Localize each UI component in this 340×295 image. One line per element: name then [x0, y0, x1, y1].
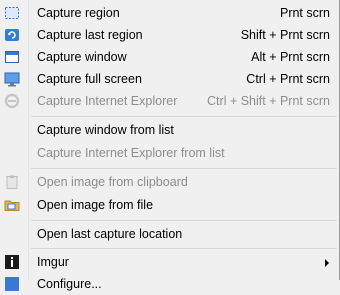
menu-item-shortcut: Shift + Prnt scrn: [240, 28, 330, 42]
window-icon: [5, 51, 19, 63]
menu-separator: [31, 168, 337, 169]
menu-item-open-last-capture-location[interactable]: Open last capture location: [0, 223, 339, 245]
menu-item-label: Imgur: [37, 255, 69, 269]
menu-item-capture-region[interactable]: Capture region Prnt scrn: [0, 2, 339, 24]
menu-item-label: Capture last region: [37, 28, 143, 42]
clipboard-icon: [6, 175, 18, 189]
menu-item-open-image-from-file[interactable]: Open image from file: [0, 194, 339, 216]
menu-item-capture-ie-from-list: Capture Internet Explorer from list: [0, 142, 339, 164]
menu-item-capture-internet-explorer: Capture Internet Explorer Ctrl + Shift +…: [0, 90, 339, 112]
internet-explorer-icon: [4, 93, 20, 109]
menu-item-label: Capture window: [37, 50, 127, 64]
menu-item-label: Capture Internet Explorer from list: [37, 146, 225, 160]
menu-item-open-image-from-clipboard: Open image from clipboard: [0, 171, 339, 193]
menu-item-capture-window-from-list[interactable]: Capture window from list: [0, 119, 339, 141]
region-select-icon: [5, 7, 19, 19]
menu-item-shortcut: Ctrl + Prnt scrn: [246, 72, 330, 86]
last-region-icon: [5, 29, 19, 41]
menu-item-capture-window[interactable]: Capture window Alt + Prnt scrn: [0, 46, 339, 68]
menu-item-label: Open image from file: [37, 198, 154, 212]
menu-separator: [31, 220, 337, 221]
imgur-icon: [5, 255, 19, 269]
menu-item-label: Open last capture location: [37, 227, 183, 241]
menu-item-shortcut: Alt + Prnt scrn: [251, 50, 330, 64]
menu-item-configure[interactable]: Configure...: [0, 273, 339, 295]
menu-separator: [31, 116, 337, 117]
menu-item-label: Capture window from list: [37, 123, 174, 137]
menu-item-label: Configure...: [37, 277, 102, 291]
monitor-icon: [4, 72, 20, 87]
menu-item-label: Capture region: [37, 6, 120, 20]
menu-item-label: Capture full screen: [37, 72, 142, 86]
menu-item-capture-last-region[interactable]: Capture last region Shift + Prnt scrn: [0, 24, 339, 46]
folder-icon: [4, 200, 20, 211]
submenu-arrow-icon: [325, 259, 329, 267]
menu-item-capture-full-screen[interactable]: Capture full screen Ctrl + Prnt scrn: [0, 68, 339, 90]
context-menu: Capture region Prnt scrn Capture last re…: [0, 0, 340, 291]
menu-separator: [31, 248, 337, 249]
menu-item-imgur[interactable]: Imgur: [0, 251, 339, 273]
menu-item-shortcut: Prnt scrn: [279, 6, 330, 20]
menu-item-shortcut: Ctrl + Shift + Prnt scrn: [207, 94, 330, 108]
settings-icon: [5, 277, 19, 291]
menu-item-label: Open image from clipboard: [37, 175, 188, 189]
menu-item-label: Capture Internet Explorer: [37, 94, 178, 108]
